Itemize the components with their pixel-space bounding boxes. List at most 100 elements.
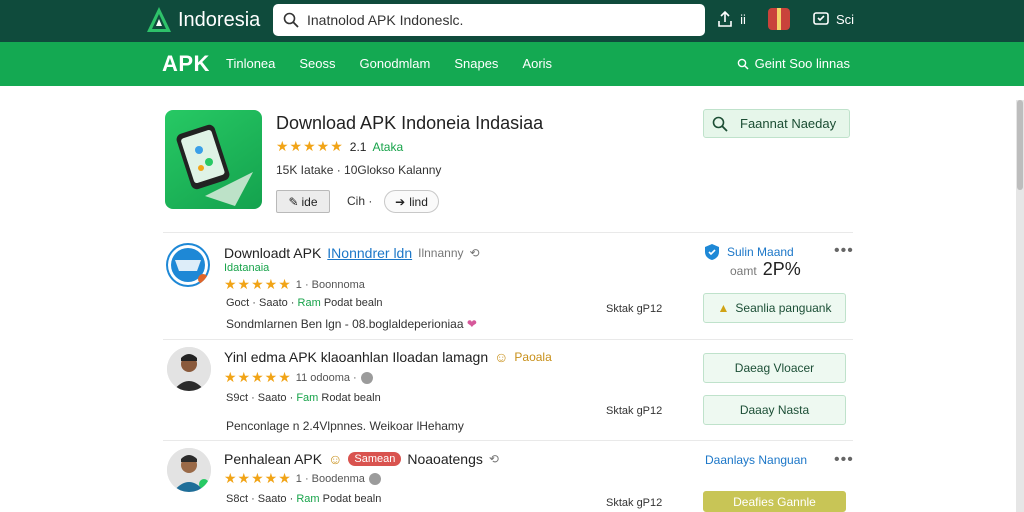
download-cta-button[interactable]: Faannat Naeday — [703, 109, 850, 138]
row-1-info-suffix: Podat bealn — [320, 297, 383, 309]
rating-label: Ataka — [372, 139, 404, 154]
row-2-info-green: Fam — [296, 392, 319, 404]
heart-icon: ❤ — [466, 317, 477, 331]
row-1-side-sub: oamt — [730, 264, 757, 278]
share-link-button[interactable]: ➔ lind — [384, 190, 439, 213]
row-1-title[interactable]: Downloadt APK INonndrer ldn Ilnnanny ⟲ — [224, 245, 480, 261]
nav-item-4[interactable]: Snapes — [454, 56, 498, 71]
emoji-icon: ☺ — [328, 451, 343, 467]
site-logo[interactable]: Indoresia — [146, 6, 260, 34]
app-rating: ★★★★★ 2.1 Ataka — [276, 138, 403, 155]
nav-item-5[interactable]: Aoris — [522, 56, 552, 71]
refresh-icon[interactable]: ⟲ — [470, 246, 480, 260]
nav-item-2[interactable]: Seoss — [299, 56, 335, 71]
content-area — [0, 86, 1024, 512]
row-3-side-link[interactable]: Daanlays Nanguan — [705, 453, 807, 467]
row-2-badge: Paoala — [514, 350, 552, 364]
person-avatar-icon — [167, 347, 211, 391]
search-icon — [712, 116, 728, 132]
more-icon[interactable]: ••• — [834, 242, 854, 260]
pencil-icon: ✎ — [288, 194, 299, 209]
edit-label: ide — [301, 194, 318, 209]
row-1-rating: ★★★★★ 1 · Boonnoma — [224, 276, 365, 293]
avatar[interactable] — [167, 347, 211, 391]
share-link-label: lind — [409, 194, 428, 209]
share-icon — [718, 10, 732, 27]
nav-item-1[interactable]: Tinlonea — [226, 56, 275, 71]
clock-icon — [368, 472, 381, 485]
row-1-info-green: Ram — [297, 297, 321, 309]
nav-right-link[interactable]: Geint Soo linnas — [737, 56, 850, 71]
row-3-action-label: Deafies Gannle — [733, 494, 816, 509]
refresh-icon[interactable]: ⟲ — [489, 452, 499, 466]
row-2-info: S9ct · Saato · Fam Rodat bealn — [226, 392, 381, 404]
rating-value: 2.1 — [349, 139, 367, 154]
row-2-size: Sktak gP12 — [606, 405, 663, 417]
row-3-info-prefix: S8ct · Saato · — [226, 493, 297, 505]
row-1-stars: ★★★★★ — [224, 276, 292, 292]
row-1-title-text: Downloadt APK — [224, 245, 322, 261]
main-nav: APK Tinlonea Seoss Gonodmlam Snapes Aori… — [0, 42, 1024, 86]
row-1-side-title-text: Sulin Maand — [727, 245, 794, 259]
avatar[interactable] — [166, 243, 210, 287]
avatar[interactable] — [167, 448, 211, 492]
app-icon — [165, 110, 262, 209]
row-1-side-stat: oamt 2P% — [730, 259, 801, 280]
row-2-title-text: Yinl edma APK klaoanhlan Iloadan lamagn — [224, 349, 489, 365]
search-icon — [283, 12, 299, 28]
chat-icon — [813, 12, 829, 25]
row-2-info-prefix: S9ct · Saato · — [226, 392, 297, 404]
row-2-rating: ★★★★★ 11 odooma · — [224, 369, 373, 386]
row-1-stars-text: 1 · Boonnoma — [295, 278, 365, 291]
row-2-title[interactable]: Yinl edma APK klaoanhlan Iloadan lamagn … — [224, 349, 552, 365]
chat-label: Sci — [835, 11, 854, 27]
divider — [163, 339, 853, 340]
scrollbar-thumb[interactable] — [1017, 100, 1023, 190]
row-3-rating: ★★★★★ 1 · Boodenma — [224, 470, 381, 487]
nav-brand[interactable]: APK — [162, 51, 210, 77]
row-3-size: Sktak gP12 — [606, 497, 663, 509]
logo-icon — [147, 7, 171, 32]
search-input[interactable]: Inatnolod APK Indoneslc. — [307, 12, 463, 28]
row-2-action-button-2[interactable]: Daaay Nasta — [703, 395, 846, 425]
shield-icon — [705, 244, 719, 260]
person-avatar-icon — [167, 448, 211, 492]
row-1-action-button[interactable]: ▲ Seanlia panguank — [703, 293, 846, 323]
search-small-icon — [737, 58, 749, 70]
row-1-action-label: Seanlia panguank — [735, 301, 832, 315]
row-1-link[interactable]: INonndrer ldn — [327, 245, 412, 261]
row-2-desc: Penconlage n 2.4Vlpnnes. Weikoar lHehamy — [226, 419, 464, 433]
row-1-info: Goct · Saato · Ram Podat bealn — [226, 297, 383, 309]
top-actions: ii Sci — [716, 8, 854, 30]
app-meta: 15K Iatake · 10Glokso Kalanny — [276, 163, 442, 177]
download-icon: ▲ — [717, 301, 730, 315]
row-3-info-green: Ram — [296, 493, 320, 505]
share-button[interactable]: ii — [716, 10, 746, 28]
cta-label: Faannat Naeday — [740, 116, 837, 131]
edit-button[interactable]: ✎ ide — [276, 190, 330, 213]
row-2-stars: ★★★★★ — [224, 369, 292, 385]
row-3-badge: Samean — [348, 452, 402, 466]
row-3-action-button[interactable]: Deafies Gannle — [703, 491, 846, 512]
row-2-info-suffix: Rodat bealn — [318, 392, 381, 404]
nav-items: Tinlonea Seoss Gonodmlam Snapes Aoris — [226, 56, 552, 71]
nav-item-3[interactable]: Gonodmlam — [360, 56, 431, 71]
gift-icon — [767, 8, 790, 30]
gift-button[interactable] — [767, 8, 790, 30]
share-label: ii — [740, 11, 746, 27]
row-2-stars-text: 11 odooma · — [295, 371, 357, 384]
chat-button[interactable]: Sci — [812, 10, 854, 28]
row-1-side-percent: 2P% — [762, 259, 801, 279]
row-3-title[interactable]: Penhalean APK ☺ Samean Noaoatengs ⟲ — [224, 451, 499, 467]
more-icon[interactable]: ••• — [834, 451, 854, 469]
row-3-extra: Noaoatengs — [407, 451, 483, 467]
row-3-info: S8ct · Saato · Ram Podat bealn — [226, 493, 381, 505]
search-bar[interactable]: Inatnolod APK Indoneslc. — [273, 4, 705, 36]
row-3-stars-text: 1 · Boodenma — [295, 472, 365, 485]
divider — [163, 232, 853, 233]
row-2-action-button-1[interactable]: Daeag Vloacer — [703, 353, 846, 383]
phone-icon — [176, 124, 253, 206]
row-3-info-suffix: Podat bealn — [319, 493, 382, 505]
row-1-info-prefix: Goct · Saato · — [226, 297, 298, 309]
divider — [163, 440, 853, 441]
